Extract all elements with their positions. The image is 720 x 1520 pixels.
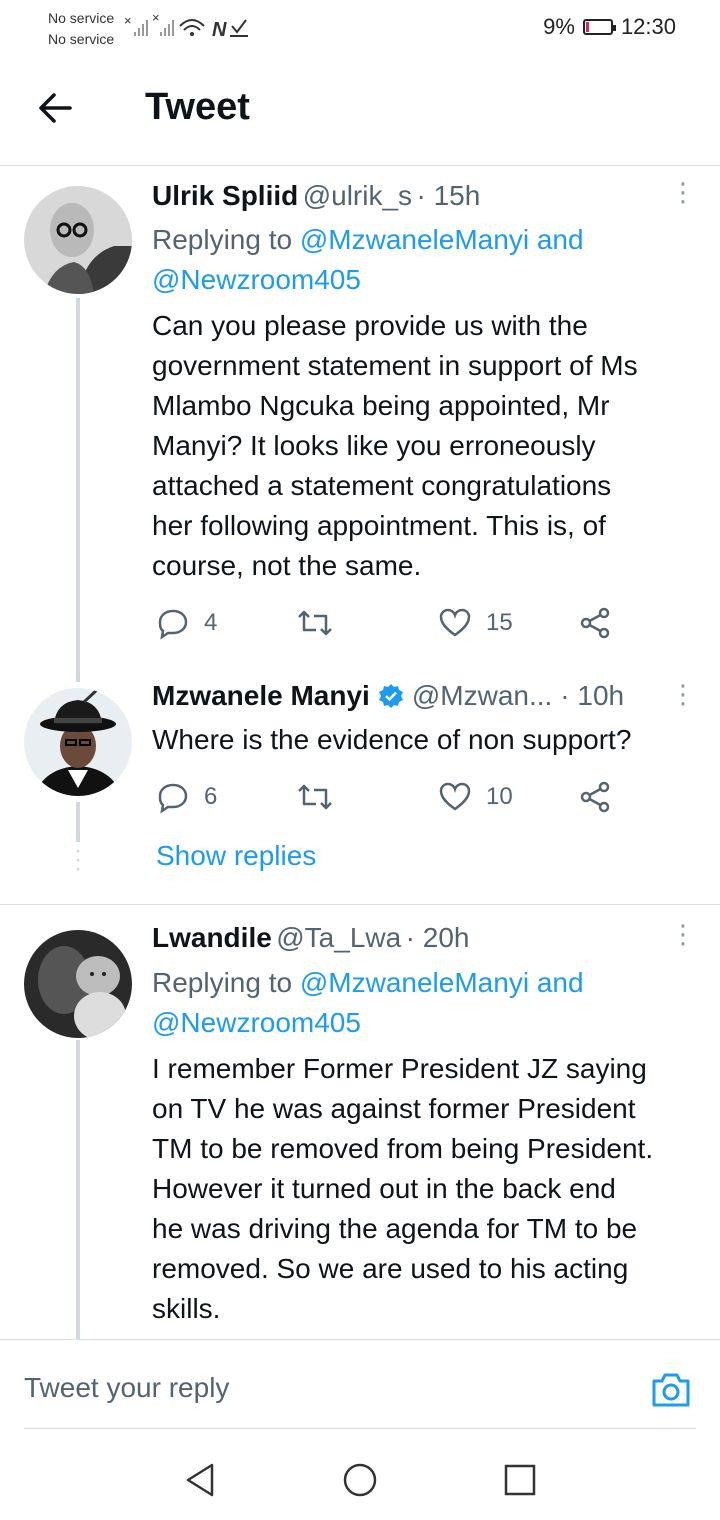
mention-link[interactable]: @MzwaneleManyi bbox=[300, 967, 529, 998]
tweet-2-header: Mzwanele Manyi @Mzwan... · 10h bbox=[152, 680, 624, 712]
battery-icon bbox=[582, 19, 616, 35]
status-right: 9% 12:30 bbox=[543, 14, 676, 40]
share-button[interactable] bbox=[578, 780, 612, 814]
tweet-time: · 10h bbox=[560, 680, 625, 711]
status-carriers: No service No service bbox=[48, 8, 114, 50]
camera-icon[interactable] bbox=[650, 1370, 692, 1410]
more-options-icon[interactable]: ⋮ bbox=[670, 179, 696, 205]
mention-link[interactable]: @Newzroom405 bbox=[152, 260, 584, 300]
reply-input[interactable]: Tweet your reply bbox=[24, 1372, 229, 1404]
thread-dots: · · · bbox=[74, 837, 82, 882]
replying-and: and bbox=[529, 224, 584, 255]
thread-line bbox=[76, 1040, 80, 1340]
retweet-icon bbox=[298, 610, 332, 636]
nav-back-icon[interactable] bbox=[180, 1460, 220, 1500]
tweet-line: government statement in support of Ms bbox=[152, 350, 638, 381]
mention-link[interactable]: @MzwaneleManyi bbox=[300, 224, 529, 255]
avatar-lwandile[interactable] bbox=[24, 930, 132, 1038]
compose-divider bbox=[0, 1339, 720, 1340]
share-icon bbox=[580, 781, 610, 813]
signal-wifi-icons: × × N bbox=[124, 12, 248, 41]
share-icon bbox=[580, 607, 610, 639]
tweet-line: course, not the same. bbox=[152, 550, 422, 581]
tweet-line: TM to be removed from being President. bbox=[152, 1133, 654, 1164]
thread-line bbox=[76, 298, 80, 682]
back-arrow-icon[interactable] bbox=[36, 88, 76, 128]
tweet-text: Can you please provide us with the gover… bbox=[152, 306, 712, 586]
tweet-author-handle[interactable]: @Ta_Lwa bbox=[276, 922, 401, 953]
avatar-ulrik[interactable] bbox=[24, 186, 132, 294]
clock: 12:30 bbox=[620, 14, 676, 39]
avatar-mzwanele[interactable] bbox=[24, 688, 132, 796]
like-button[interactable]: 10 bbox=[438, 780, 513, 814]
tweet-line: her following appointment. This is, of bbox=[152, 510, 606, 541]
tweet-line: Can you please provide us with the bbox=[152, 310, 588, 341]
tweet-line: he was driving the agenda for TM to be bbox=[152, 1213, 638, 1244]
tweet-line: on TV he was against former President bbox=[152, 1093, 636, 1124]
tweet-line: Manyi? It looks like you erroneously bbox=[152, 430, 596, 461]
tweet-author-handle[interactable]: @ulrik_s bbox=[303, 180, 412, 211]
tweet-line: attached a statement congratulations bbox=[152, 470, 612, 501]
svg-text:×: × bbox=[124, 13, 132, 28]
svg-text:N: N bbox=[212, 19, 227, 41]
reply-icon bbox=[158, 783, 188, 814]
like-count: 10 bbox=[486, 783, 513, 810]
battery-percent: 9% bbox=[543, 14, 575, 39]
verified-badge-icon bbox=[378, 684, 403, 708]
retweet-icon bbox=[298, 784, 332, 810]
tweet-3-header: Lwandile @Ta_Lwa · 20h bbox=[152, 922, 469, 954]
reply-button[interactable]: 4 bbox=[156, 606, 217, 640]
mention-link[interactable]: @Newzroom405 bbox=[152, 1003, 584, 1043]
heart-icon bbox=[439, 608, 471, 637]
reply-button[interactable]: 6 bbox=[156, 780, 217, 814]
thread-line bbox=[76, 802, 80, 842]
tweet-text: Where is the evidence of non support? bbox=[152, 724, 632, 755]
tweet-1-header: Ulrik Spliid @ulrik_s · 15h bbox=[152, 180, 480, 212]
svg-text:×: × bbox=[152, 12, 160, 25]
replying-prefix: Replying to bbox=[152, 967, 300, 998]
heart-icon bbox=[439, 782, 471, 811]
replying-and: and bbox=[529, 967, 584, 998]
reply-count: 6 bbox=[204, 783, 218, 810]
replying-to: Replying to @MzwaneleManyi and @Newzroom… bbox=[152, 963, 584, 1043]
header-divider bbox=[0, 165, 720, 166]
nav-home-icon[interactable] bbox=[340, 1460, 380, 1500]
tweet-time: · 15h bbox=[416, 180, 481, 211]
replying-to: Replying to @MzwaneleManyi and @Newzroom… bbox=[152, 220, 584, 300]
tweet-author-handle[interactable]: @Mzwan... bbox=[412, 680, 552, 712]
reply-icon bbox=[158, 609, 188, 640]
reply-count: 4 bbox=[204, 609, 218, 636]
tweet-line: I remember Former President JZ saying bbox=[152, 1053, 647, 1084]
retweet-button[interactable] bbox=[296, 780, 334, 814]
replying-prefix: Replying to bbox=[152, 224, 300, 255]
more-options-icon[interactable]: ⋮ bbox=[670, 681, 696, 707]
tweet-line: Mlambo Ngcuka being appointed, Mr bbox=[152, 390, 610, 421]
like-count: 15 bbox=[486, 609, 513, 636]
tweet-line: skills. bbox=[152, 1293, 221, 1324]
tweet-time: · 20h bbox=[405, 922, 470, 953]
tweet-line: However it turned out in the back end bbox=[152, 1173, 616, 1204]
retweet-button[interactable] bbox=[296, 606, 334, 640]
tweet-divider bbox=[0, 904, 720, 905]
share-button[interactable] bbox=[578, 606, 612, 640]
tweet-author-name[interactable]: Ulrik Spliid bbox=[152, 180, 298, 211]
tweet-line: removed. So we are used to his acting bbox=[152, 1253, 629, 1284]
nav-recents-icon[interactable] bbox=[500, 1460, 540, 1500]
carrier-2: No service bbox=[48, 31, 115, 47]
more-options-icon[interactable]: ⋮ bbox=[670, 921, 696, 947]
show-replies-link[interactable]: Show replies bbox=[156, 840, 316, 872]
like-button[interactable]: 15 bbox=[438, 606, 513, 640]
page-title: Tweet bbox=[145, 86, 250, 128]
tweet-author-name[interactable]: Mzwanele Manyi bbox=[152, 680, 370, 712]
tweet-text: I remember Former President JZ saying on… bbox=[152, 1049, 712, 1329]
carrier-1: No service bbox=[48, 10, 115, 26]
compose-underline bbox=[24, 1428, 696, 1429]
tweet-author-name[interactable]: Lwandile bbox=[152, 922, 272, 953]
